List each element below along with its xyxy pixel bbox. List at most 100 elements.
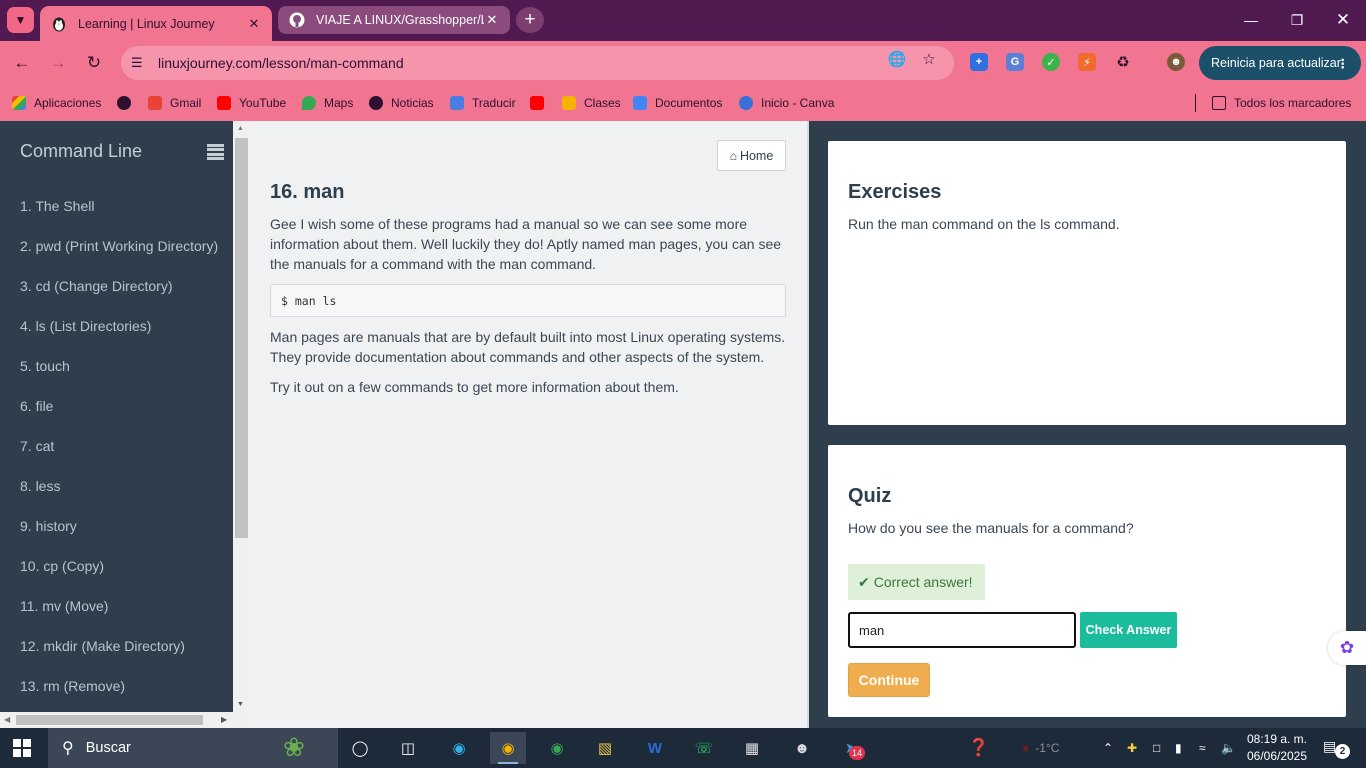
close-icon[interactable]: ✕ — [246, 16, 262, 32]
answer-input[interactable] — [848, 612, 1076, 648]
edge-icon[interactable]: ◉ — [441, 732, 477, 764]
close-icon[interactable]: ✕ — [484, 12, 500, 28]
bookmark-apps[interactable]: Aplicaciones — [12, 94, 101, 112]
file-explorer-icon[interactable]: ▧ — [587, 732, 623, 764]
extension-check-icon[interactable]: ✓ — [1042, 53, 1060, 71]
restore-button[interactable]: ❐ — [1274, 0, 1320, 40]
device-icon[interactable]: □ — [1153, 728, 1160, 768]
telegram-badge: 14 — [849, 746, 865, 760]
scroll-right-icon[interactable]: ▶ — [221, 715, 227, 724]
sidebar-item-mv[interactable]: 11. mv (Move) — [20, 598, 108, 614]
minimize-icon: — — [1244, 12, 1258, 28]
close-window-button[interactable]: ✕ — [1320, 0, 1366, 40]
reload-button[interactable]: ↻ — [81, 50, 107, 76]
help-icon[interactable]: ❓ — [968, 728, 989, 768]
home-button[interactable]: ⌂ Home — [717, 140, 786, 171]
lesson-title: 16. man — [270, 181, 345, 203]
forward-button[interactable]: → — [45, 50, 71, 76]
chrome-profile-icon[interactable]: ◉ — [539, 732, 575, 764]
continue-button[interactable]: Continue — [848, 663, 930, 697]
lesson-body: Man pages are manuals that are by defaul… — [270, 329, 786, 365]
bookmark-traducir[interactable]: Traducir — [450, 94, 516, 112]
bookmark-star-icon[interactable]: ☆ — [918, 48, 940, 70]
sidebar-item-cd[interactable]: 3. cd (Change Directory) — [20, 278, 173, 294]
bookmark-clases[interactable]: Clases — [562, 94, 621, 112]
sidebar-item-ls[interactable]: 4. ls (List Directories) — [20, 318, 151, 334]
tab-linux-journey[interactable]: Learning | Linux Journey ✕ — [40, 6, 272, 41]
code-block: $ man ls — [270, 284, 786, 317]
plus-icon: + — [524, 9, 536, 30]
wifi-icon[interactable]: ≈ — [1199, 728, 1206, 768]
bookmark-documentos[interactable]: Documentos — [633, 94, 722, 112]
profile-avatar[interactable]: ☻ — [1167, 53, 1185, 71]
scrollbar-thumb[interactable] — [235, 138, 248, 538]
menu-icon[interactable] — [207, 144, 224, 160]
sidebar-item-cat[interactable]: 7. cat — [20, 438, 54, 454]
task-view-icon[interactable]: ◫ — [390, 732, 426, 764]
new-tab-button[interactable]: + — [516, 7, 544, 33]
scroll-down-icon[interactable]: ▼ — [237, 701, 244, 708]
extension-plus-icon[interactable]: + — [970, 53, 988, 71]
globe-icon — [369, 96, 383, 110]
back-button[interactable]: ← — [9, 50, 35, 76]
bookmark-maps[interactable]: Maps — [302, 94, 353, 112]
tab-title: Learning | Linux Journey — [78, 16, 215, 31]
brain-extension-icon[interactable]: ✿ — [1328, 631, 1366, 665]
bookmark-canva[interactable]: Inicio - Canva — [739, 94, 834, 112]
sidebar-item-less[interactable]: 8. less — [20, 478, 60, 494]
sidebar-item-cp[interactable]: 10. cp (Copy) — [20, 558, 104, 574]
show-hidden-icons[interactable]: ⌃ — [1103, 728, 1113, 768]
bookmark-youtube-2[interactable] — [530, 94, 552, 112]
check-answer-button[interactable]: Check Answer — [1080, 612, 1177, 648]
bookmark-blank[interactable] — [117, 94, 139, 112]
quiz-title: Quiz — [848, 485, 892, 507]
youtube-icon — [217, 96, 231, 110]
scroll-up-icon[interactable]: ▲ — [237, 125, 244, 132]
bookmark-youtube[interactable]: YouTube — [217, 94, 286, 112]
sidebar-item-pwd[interactable]: 2. pwd (Print Working Directory) — [20, 238, 218, 254]
sidebar-item-file[interactable]: 6. file — [20, 398, 53, 414]
notification-center-icon[interactable]: ▤ 2 — [1323, 738, 1351, 760]
translate-icon[interactable]: 🌐 — [886, 48, 908, 70]
word-icon[interactable]: W — [637, 732, 673, 764]
add-icon[interactable]: ✚ — [1127, 728, 1137, 768]
sidebar-horizontal-scrollbar[interactable]: ◀ ▶ — [0, 712, 233, 728]
tab-github[interactable]: VIAJE A LINUX/Grasshopper/Li ✕ — [278, 6, 510, 34]
taskbar-search[interactable]: ⚲ Buscar ❀ — [48, 728, 338, 768]
chrome-icon[interactable]: ◉ — [490, 732, 526, 764]
store-icon[interactable]: ▦ — [734, 732, 770, 764]
extension-bolt-icon[interactable]: ⚡ — [1078, 53, 1096, 71]
sidebar-item-history[interactable]: 9. history — [20, 518, 77, 534]
volume-icon[interactable]: 🔈 — [1221, 728, 1236, 768]
sidebar-item-mkdir[interactable]: 12. mkdir (Make Directory) — [20, 638, 185, 654]
cortana-icon[interactable]: ◯ — [342, 732, 378, 764]
sidebar-vertical-scrollbar[interactable]: ▲ ▼ — [233, 121, 250, 712]
address-bar[interactable]: ☰ linuxjourney.com/lesson/man-command — [121, 46, 954, 80]
bookmark-noticias[interactable]: Noticias — [369, 94, 434, 112]
tab-search-button[interactable]: ▼ — [7, 7, 34, 33]
battery-icon[interactable]: ▮ — [1175, 728, 1182, 768]
docs-icon — [633, 96, 647, 110]
scroll-left-icon[interactable]: ◀ — [4, 715, 10, 724]
windows-start-icon[interactable] — [13, 739, 31, 757]
site-info-icon[interactable]: ☰ — [131, 55, 151, 71]
sidebar-item-the-shell[interactable]: 1. The Shell — [20, 198, 94, 214]
system-clock[interactable]: 08:19 a. m. 06/06/2025 — [1245, 731, 1309, 765]
sidebar-item-rm[interactable]: 13. rm (Remove) — [20, 678, 125, 694]
correct-answer-text: Correct answer! — [873, 574, 973, 590]
bookmark-gmail[interactable]: Gmail — [148, 94, 201, 112]
scrollbar-thumb[interactable] — [16, 715, 203, 725]
minimize-button[interactable]: — — [1228, 0, 1274, 40]
arrow-left-icon: ← — [13, 53, 31, 72]
avatar-app-icon[interactable]: ☻ — [784, 732, 820, 764]
extension-translate-icon[interactable]: G — [1006, 53, 1024, 71]
search-icon: ⚲ — [62, 740, 74, 757]
more-vert-icon[interactable]: ⋮ — [1337, 56, 1350, 71]
plant-icon: ❀ — [283, 732, 305, 762]
update-button[interactable]: Reinicia para actualizar ⋮ — [1199, 46, 1361, 80]
all-bookmarks-folder[interactable]: Todos los marcadores — [1212, 94, 1351, 112]
sidebar-item-touch[interactable]: 5. touch — [20, 358, 70, 374]
extensions-puzzle-icon[interactable]: ♻ — [1114, 53, 1132, 71]
whatsapp-icon[interactable]: ☏ — [686, 732, 722, 764]
weather-widget[interactable]: ● -1°C — [1022, 728, 1059, 768]
